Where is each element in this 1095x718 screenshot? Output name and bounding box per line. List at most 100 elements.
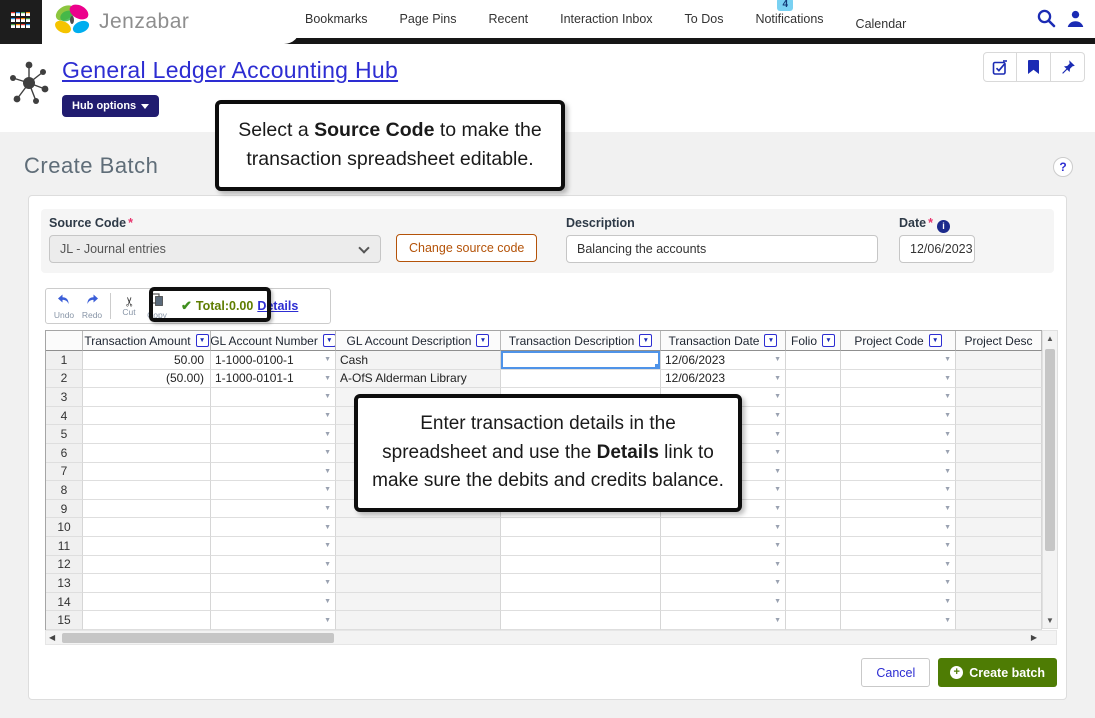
cell-dropdown-icon[interactable]: ▼ bbox=[944, 412, 951, 419]
search-icon[interactable] bbox=[1036, 8, 1057, 34]
cell-r1-amount[interactable]: 50.00 bbox=[83, 351, 211, 370]
cell-r12-project_code[interactable]: ▼ bbox=[841, 556, 956, 575]
page-hub-title-link[interactable]: General Ledger Accounting Hub bbox=[62, 57, 398, 84]
nav-item-interaction-inbox[interactable]: Interaction Inbox bbox=[560, 12, 652, 26]
cell-r7-gl_number[interactable]: ▼ bbox=[211, 463, 336, 482]
cell-dropdown-icon[interactable]: ▼ bbox=[774, 375, 781, 382]
cell-dropdown-icon[interactable]: ▼ bbox=[324, 542, 331, 549]
redo-button[interactable]: Redo bbox=[78, 293, 106, 320]
cell-r15-project_code[interactable]: ▼ bbox=[841, 611, 956, 630]
cell-dropdown-icon[interactable]: ▼ bbox=[944, 356, 951, 363]
cell-r13-tx_date[interactable]: ▼ bbox=[661, 574, 786, 593]
cell-r5-amount[interactable] bbox=[83, 425, 211, 444]
scroll-right-icon[interactable]: ▶ bbox=[1031, 632, 1037, 644]
cell-dropdown-icon[interactable]: ▼ bbox=[324, 412, 331, 419]
cell-r15-amount[interactable] bbox=[83, 611, 211, 630]
nav-item-bookmarks[interactable]: Bookmarks bbox=[305, 12, 368, 26]
cell-r10-folio[interactable] bbox=[786, 518, 841, 537]
cell-r6-project_desc[interactable] bbox=[956, 444, 1042, 463]
cell-r9-folio[interactable] bbox=[786, 500, 841, 519]
cell-dropdown-icon[interactable]: ▼ bbox=[324, 375, 331, 382]
change-source-code-button[interactable]: Change source code bbox=[396, 234, 537, 262]
cell-r13-project_code[interactable]: ▼ bbox=[841, 574, 956, 593]
cell-dropdown-icon[interactable]: ▼ bbox=[324, 356, 331, 363]
cell-r10-num[interactable]: 10 bbox=[46, 518, 83, 537]
cell-r7-num[interactable]: 7 bbox=[46, 463, 83, 482]
cell-dropdown-icon[interactable]: ▼ bbox=[774, 561, 781, 568]
column-filter-icon[interactable]: ▼ bbox=[822, 334, 835, 347]
column-filter-icon[interactable]: ▼ bbox=[476, 334, 489, 347]
cell-r12-folio[interactable] bbox=[786, 556, 841, 575]
cell-r1-project_code[interactable]: ▼ bbox=[841, 351, 956, 370]
cell-r2-project_desc[interactable] bbox=[956, 370, 1042, 389]
details-link[interactable]: Details bbox=[257, 299, 298, 313]
cell-dropdown-icon[interactable]: ▼ bbox=[324, 486, 331, 493]
description-field[interactable]: Balancing the accounts bbox=[566, 235, 878, 263]
cell-dropdown-icon[interactable]: ▼ bbox=[944, 524, 951, 531]
vertical-scroll-thumb[interactable] bbox=[1045, 349, 1055, 551]
cell-r14-gl_desc[interactable] bbox=[336, 593, 501, 612]
cell-r7-project_desc[interactable] bbox=[956, 463, 1042, 482]
cell-r13-folio[interactable] bbox=[786, 574, 841, 593]
cell-r14-folio[interactable] bbox=[786, 593, 841, 612]
undo-button[interactable]: Undo bbox=[50, 293, 78, 320]
cell-r9-project_desc[interactable] bbox=[956, 500, 1042, 519]
cell-r1-project_desc[interactable] bbox=[956, 351, 1042, 370]
cell-r2-gl_number[interactable]: 1-1000-0101-1▼ bbox=[211, 370, 336, 389]
cell-dropdown-icon[interactable]: ▼ bbox=[324, 579, 331, 586]
cell-r14-num[interactable]: 14 bbox=[46, 593, 83, 612]
cell-r2-tx_date[interactable]: 12/06/2023▼ bbox=[661, 370, 786, 389]
cell-r12-gl_desc[interactable] bbox=[336, 556, 501, 575]
copy-button[interactable]: Copy bbox=[143, 293, 171, 320]
cell-dropdown-icon[interactable]: ▼ bbox=[944, 505, 951, 512]
cell-r2-project_code[interactable]: ▼ bbox=[841, 370, 956, 389]
cell-r4-gl_number[interactable]: ▼ bbox=[211, 407, 336, 426]
column-filter-icon[interactable]: ▼ bbox=[323, 334, 336, 347]
cell-dropdown-icon[interactable]: ▼ bbox=[944, 449, 951, 456]
cell-dropdown-icon[interactable]: ▼ bbox=[324, 561, 331, 568]
cell-r10-gl_number[interactable]: ▼ bbox=[211, 518, 336, 537]
cell-dropdown-icon[interactable]: ▼ bbox=[944, 486, 951, 493]
cell-r15-tx_desc[interactable] bbox=[501, 611, 661, 630]
cell-r12-tx_date[interactable]: ▼ bbox=[661, 556, 786, 575]
cell-r10-project_code[interactable]: ▼ bbox=[841, 518, 956, 537]
cell-r4-amount[interactable] bbox=[83, 407, 211, 426]
cell-r8-amount[interactable] bbox=[83, 481, 211, 500]
cell-r6-amount[interactable] bbox=[83, 444, 211, 463]
cell-r11-amount[interactable] bbox=[83, 537, 211, 556]
cell-dropdown-icon[interactable]: ▼ bbox=[774, 356, 781, 363]
cell-r3-folio[interactable] bbox=[786, 388, 841, 407]
cell-r1-gl_desc[interactable]: Cash bbox=[336, 351, 501, 370]
cell-r5-project_desc[interactable] bbox=[956, 425, 1042, 444]
cell-dropdown-icon[interactable]: ▼ bbox=[774, 412, 781, 419]
cell-dropdown-icon[interactable]: ▼ bbox=[324, 617, 331, 624]
cut-button[interactable]: ✂ Cut bbox=[115, 295, 143, 317]
cell-r4-project_desc[interactable] bbox=[956, 407, 1042, 426]
cell-r15-tx_date[interactable]: ▼ bbox=[661, 611, 786, 630]
cell-r10-project_desc[interactable] bbox=[956, 518, 1042, 537]
cell-r11-project_desc[interactable] bbox=[956, 537, 1042, 556]
cell-dropdown-icon[interactable]: ▼ bbox=[774, 542, 781, 549]
cell-r15-project_desc[interactable] bbox=[956, 611, 1042, 630]
app-grid-button[interactable] bbox=[0, 0, 42, 44]
cell-r14-project_code[interactable]: ▼ bbox=[841, 593, 956, 612]
cell-r11-tx_date[interactable]: ▼ bbox=[661, 537, 786, 556]
cell-r3-gl_number[interactable]: ▼ bbox=[211, 388, 336, 407]
cell-dropdown-icon[interactable]: ▼ bbox=[774, 505, 781, 512]
cell-r14-amount[interactable] bbox=[83, 593, 211, 612]
create-batch-button[interactable]: + Create batch bbox=[938, 658, 1057, 687]
cell-r5-num[interactable]: 5 bbox=[46, 425, 83, 444]
cell-r14-tx_date[interactable]: ▼ bbox=[661, 593, 786, 612]
cell-r12-tx_desc[interactable] bbox=[501, 556, 661, 575]
cell-r13-tx_desc[interactable] bbox=[501, 574, 661, 593]
column-filter-icon[interactable]: ▼ bbox=[639, 334, 652, 347]
brand-logo[interactable]: Jenzabar bbox=[42, 0, 300, 44]
cell-r15-gl_number[interactable]: ▼ bbox=[211, 611, 336, 630]
cell-r13-gl_number[interactable]: ▼ bbox=[211, 574, 336, 593]
cell-r9-amount[interactable] bbox=[83, 500, 211, 519]
cell-r8-gl_number[interactable]: ▼ bbox=[211, 481, 336, 500]
date-field[interactable]: 12/06/2023 bbox=[899, 235, 975, 263]
cell-r6-gl_number[interactable]: ▼ bbox=[211, 444, 336, 463]
cell-r6-folio[interactable] bbox=[786, 444, 841, 463]
cell-dropdown-icon[interactable]: ▼ bbox=[774, 579, 781, 586]
